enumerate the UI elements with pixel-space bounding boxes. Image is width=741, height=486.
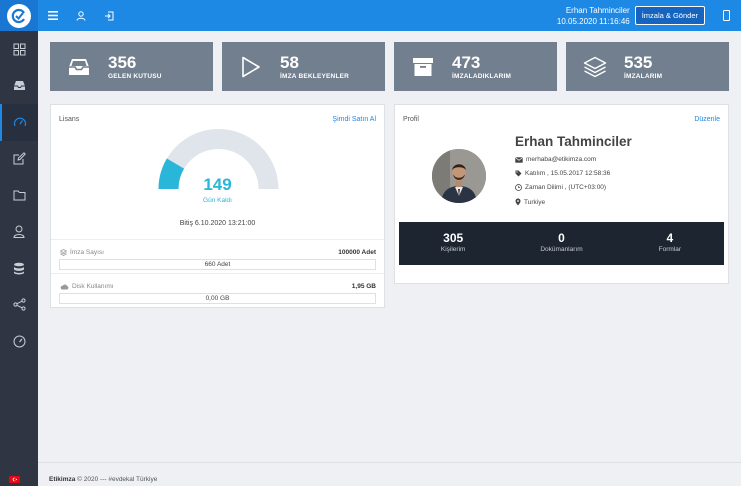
stat-label: İMZA BEKLEYENLER (280, 72, 350, 80)
stat-value: 356 (108, 52, 137, 72)
documents-count[interactable]: 0 Dokümanlarım (507, 222, 615, 265)
stat-label: GELEN KUTUSU (108, 72, 162, 80)
signature-usage-label: İmza Sayısı (60, 249, 104, 256)
sidebar-item-folders[interactable] (0, 177, 38, 214)
sidebar-item-dashboard[interactable] (0, 31, 38, 68)
edit-profile-link[interactable]: Düzenle (694, 116, 720, 123)
disk-total: 1,95 GB (351, 283, 376, 290)
stat-card-inbox[interactable]: 356 GELEN KUTUSU (50, 42, 213, 91)
app-logo[interactable] (0, 0, 38, 31)
logout-icon[interactable] (102, 9, 116, 23)
contacts-count[interactable]: 305 Kişilerim (399, 222, 507, 265)
sidebar (0, 31, 38, 486)
edit-icon (13, 152, 26, 165)
folder-icon (13, 190, 25, 201)
license-end-date: Bitiş 6.10.2020 13:21:00 (179, 220, 256, 227)
language-flag-icon[interactable] (9, 476, 20, 483)
stat-value: 58 (280, 52, 299, 72)
sidebar-item-inbox[interactable] (0, 68, 38, 105)
disk-used: 0,00 GB (59, 293, 376, 304)
sidebar-item-edit[interactable] (0, 141, 38, 178)
profile-email: merhaba@etikimza.com (515, 156, 596, 163)
cloud-icon (60, 284, 69, 289)
profile-title: Profil (403, 116, 419, 123)
avatar (432, 149, 486, 203)
stat-value: 535 (624, 52, 653, 72)
stat-value: 473 (452, 52, 481, 72)
sign-and-send-button[interactable]: İmzala & Gönder (634, 6, 705, 25)
footer: Etikimza © 2020 --- #evdekal Türkiye (38, 462, 741, 486)
top-bar: Erhan Tahminciler 10.05.2020 11:16:46 İm… (0, 0, 741, 31)
disk-usage: Disk Kullanımı 1,95 GB 0,00 GB (51, 273, 384, 307)
current-datetime: 10.05.2020 11:16:46 (556, 16, 630, 26)
sidebar-item-storage[interactable] (0, 250, 38, 287)
play-icon (242, 56, 260, 77)
sidebar-item-contacts[interactable] (0, 214, 38, 251)
sidebar-item-license[interactable] (0, 104, 38, 141)
layers-icon (583, 56, 607, 77)
tag-icon (515, 170, 522, 177)
footer-brand: Etikimza (49, 476, 76, 483)
envelope-icon (515, 156, 523, 163)
signature-usage: İmza Sayısı 100000 Adet 660 Adet (51, 239, 384, 273)
profile-stats-bar: 305 Kişilerim 0 Dokümanlarım 4 Formlar (399, 222, 724, 265)
stat-card-my-signatures[interactable]: 535 İMZALARIM (566, 42, 729, 91)
inbox-icon (13, 81, 25, 91)
profile-country: Turkiye (515, 198, 545, 206)
profile-timezone: Zaman Dilimi , (UTC+03:00) (515, 184, 606, 191)
user-info: Erhan Tahminciler 10.05.2020 11:16:46 (557, 5, 630, 27)
signature-total: 100000 Adet (338, 249, 376, 256)
clock-icon (515, 184, 522, 191)
days-left-value: 149 (203, 175, 232, 194)
stat-label: İMZALARIM (624, 72, 663, 80)
sidebar-item-share[interactable] (0, 287, 38, 324)
location-pin-icon (515, 198, 521, 206)
stat-card-signed[interactable]: 473 İMZALADIKLARIM (394, 42, 557, 91)
speedometer-icon (13, 117, 27, 127)
gauge-icon (13, 335, 25, 348)
user-icon[interactable] (74, 9, 88, 23)
signature-used: 660 Adet (59, 259, 376, 270)
days-left-label: Gün Kaldı (203, 197, 232, 204)
user-icon (13, 225, 25, 239)
profile-name: Erhan Tahminciler (515, 134, 632, 149)
profile-panel: Profil Düzenle Erhan Tahminciler merhaba… (394, 104, 729, 284)
archive-icon (413, 57, 433, 76)
inbox-icon (69, 58, 89, 75)
forms-count[interactable]: 4 Formlar (616, 222, 724, 265)
logo-mark-icon (11, 8, 25, 23)
menu-icon[interactable] (46, 9, 60, 23)
mobile-icon[interactable] (719, 9, 733, 23)
share-icon (12, 298, 26, 311)
layers-icon (60, 249, 67, 256)
database-icon (14, 262, 24, 275)
sidebar-item-performance[interactable] (0, 323, 38, 360)
footer-text: Etikimza © 2020 --- #evdekal Türkiye (49, 476, 158, 483)
license-panel: Lisans Şimdi Satın Al 149 Gün Kaldı Biti… (50, 104, 385, 308)
grid-icon (13, 43, 25, 56)
profile-joined: Katılım , 15.05.2017 12:58:36 (515, 170, 610, 177)
stat-card-pending-signatures[interactable]: 58 İMZA BEKLEYENLER (222, 42, 385, 91)
stat-label: İMZALADIKLARIM (452, 72, 512, 80)
disk-usage-label: Disk Kullanımı (60, 283, 114, 290)
user-name: Erhan Tahminciler (565, 5, 630, 15)
